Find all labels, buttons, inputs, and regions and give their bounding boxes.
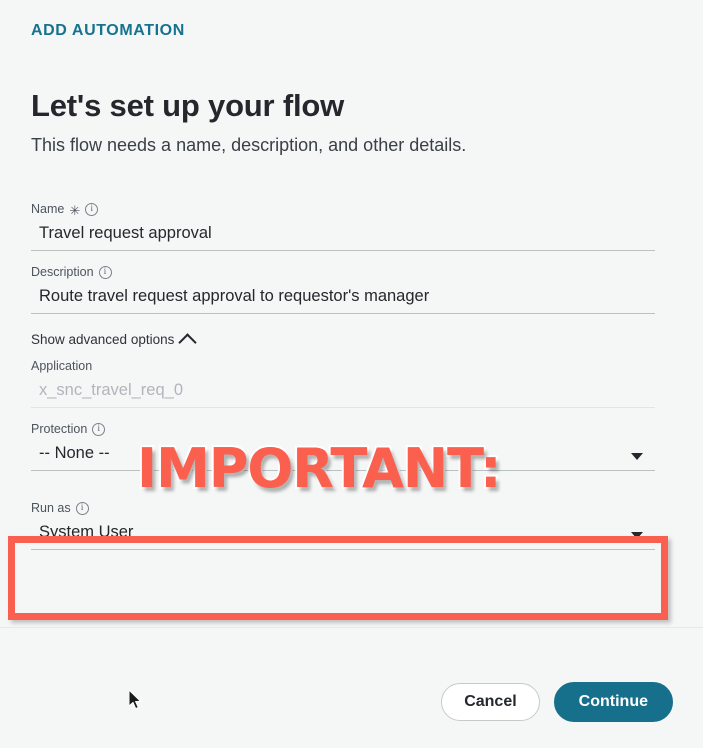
show-advanced-options-toggle[interactable]: Show advanced options [31, 332, 198, 352]
footer-actions: Cancel Continue [441, 682, 673, 722]
field-description: Description [31, 263, 655, 314]
description-input[interactable] [31, 281, 655, 314]
field-run-as-label: Run as [31, 499, 655, 517]
field-description-label-text: Description [31, 265, 94, 279]
continue-button[interactable]: Continue [553, 682, 673, 722]
show-advanced-options-label: Show advanced options [31, 332, 175, 347]
info-circle-icon[interactable] [92, 422, 106, 436]
page-subtitle: This flow needs a name, description, and… [31, 135, 467, 155]
flow-setup-form: Name ✳ Description Show advanced options… [31, 200, 655, 562]
field-name-label-text: Name [31, 202, 65, 216]
footer-divider [0, 627, 703, 628]
protection-select-value[interactable] [31, 438, 655, 471]
field-run-as: Run as [31, 499, 655, 550]
field-protection-label: Protection [31, 420, 655, 438]
field-name-label: Name ✳ [31, 200, 655, 218]
chevron-up-icon [178, 333, 198, 352]
field-application-label-text: Application [31, 359, 93, 373]
required-asterisk-icon: ✳ [69, 202, 81, 218]
protection-select[interactable] [31, 438, 655, 471]
info-circle-icon[interactable] [98, 265, 112, 279]
run-as-select-value[interactable] [31, 517, 655, 550]
field-name: Name ✳ [31, 200, 655, 251]
field-application-label: Application [31, 357, 655, 375]
name-input[interactable] [31, 218, 655, 251]
info-circle-icon[interactable] [85, 202, 99, 216]
application-input [31, 375, 655, 408]
mouse-cursor [129, 690, 142, 710]
field-run-as-label-text: Run as [31, 501, 71, 515]
run-as-select[interactable] [31, 517, 655, 550]
field-application: Application [31, 357, 655, 408]
cancel-button[interactable]: Cancel [441, 683, 540, 721]
field-protection-label-text: Protection [31, 422, 88, 436]
field-protection: Protection [31, 420, 655, 471]
add-automation-page: ADD AUTOMATION Let's set up your flow Th… [0, 0, 703, 748]
breadcrumb-eyebrow: ADD AUTOMATION [31, 22, 185, 39]
page-title: Let's set up your flow [31, 87, 345, 123]
field-description-label: Description [31, 263, 655, 281]
info-circle-icon[interactable] [75, 501, 89, 515]
